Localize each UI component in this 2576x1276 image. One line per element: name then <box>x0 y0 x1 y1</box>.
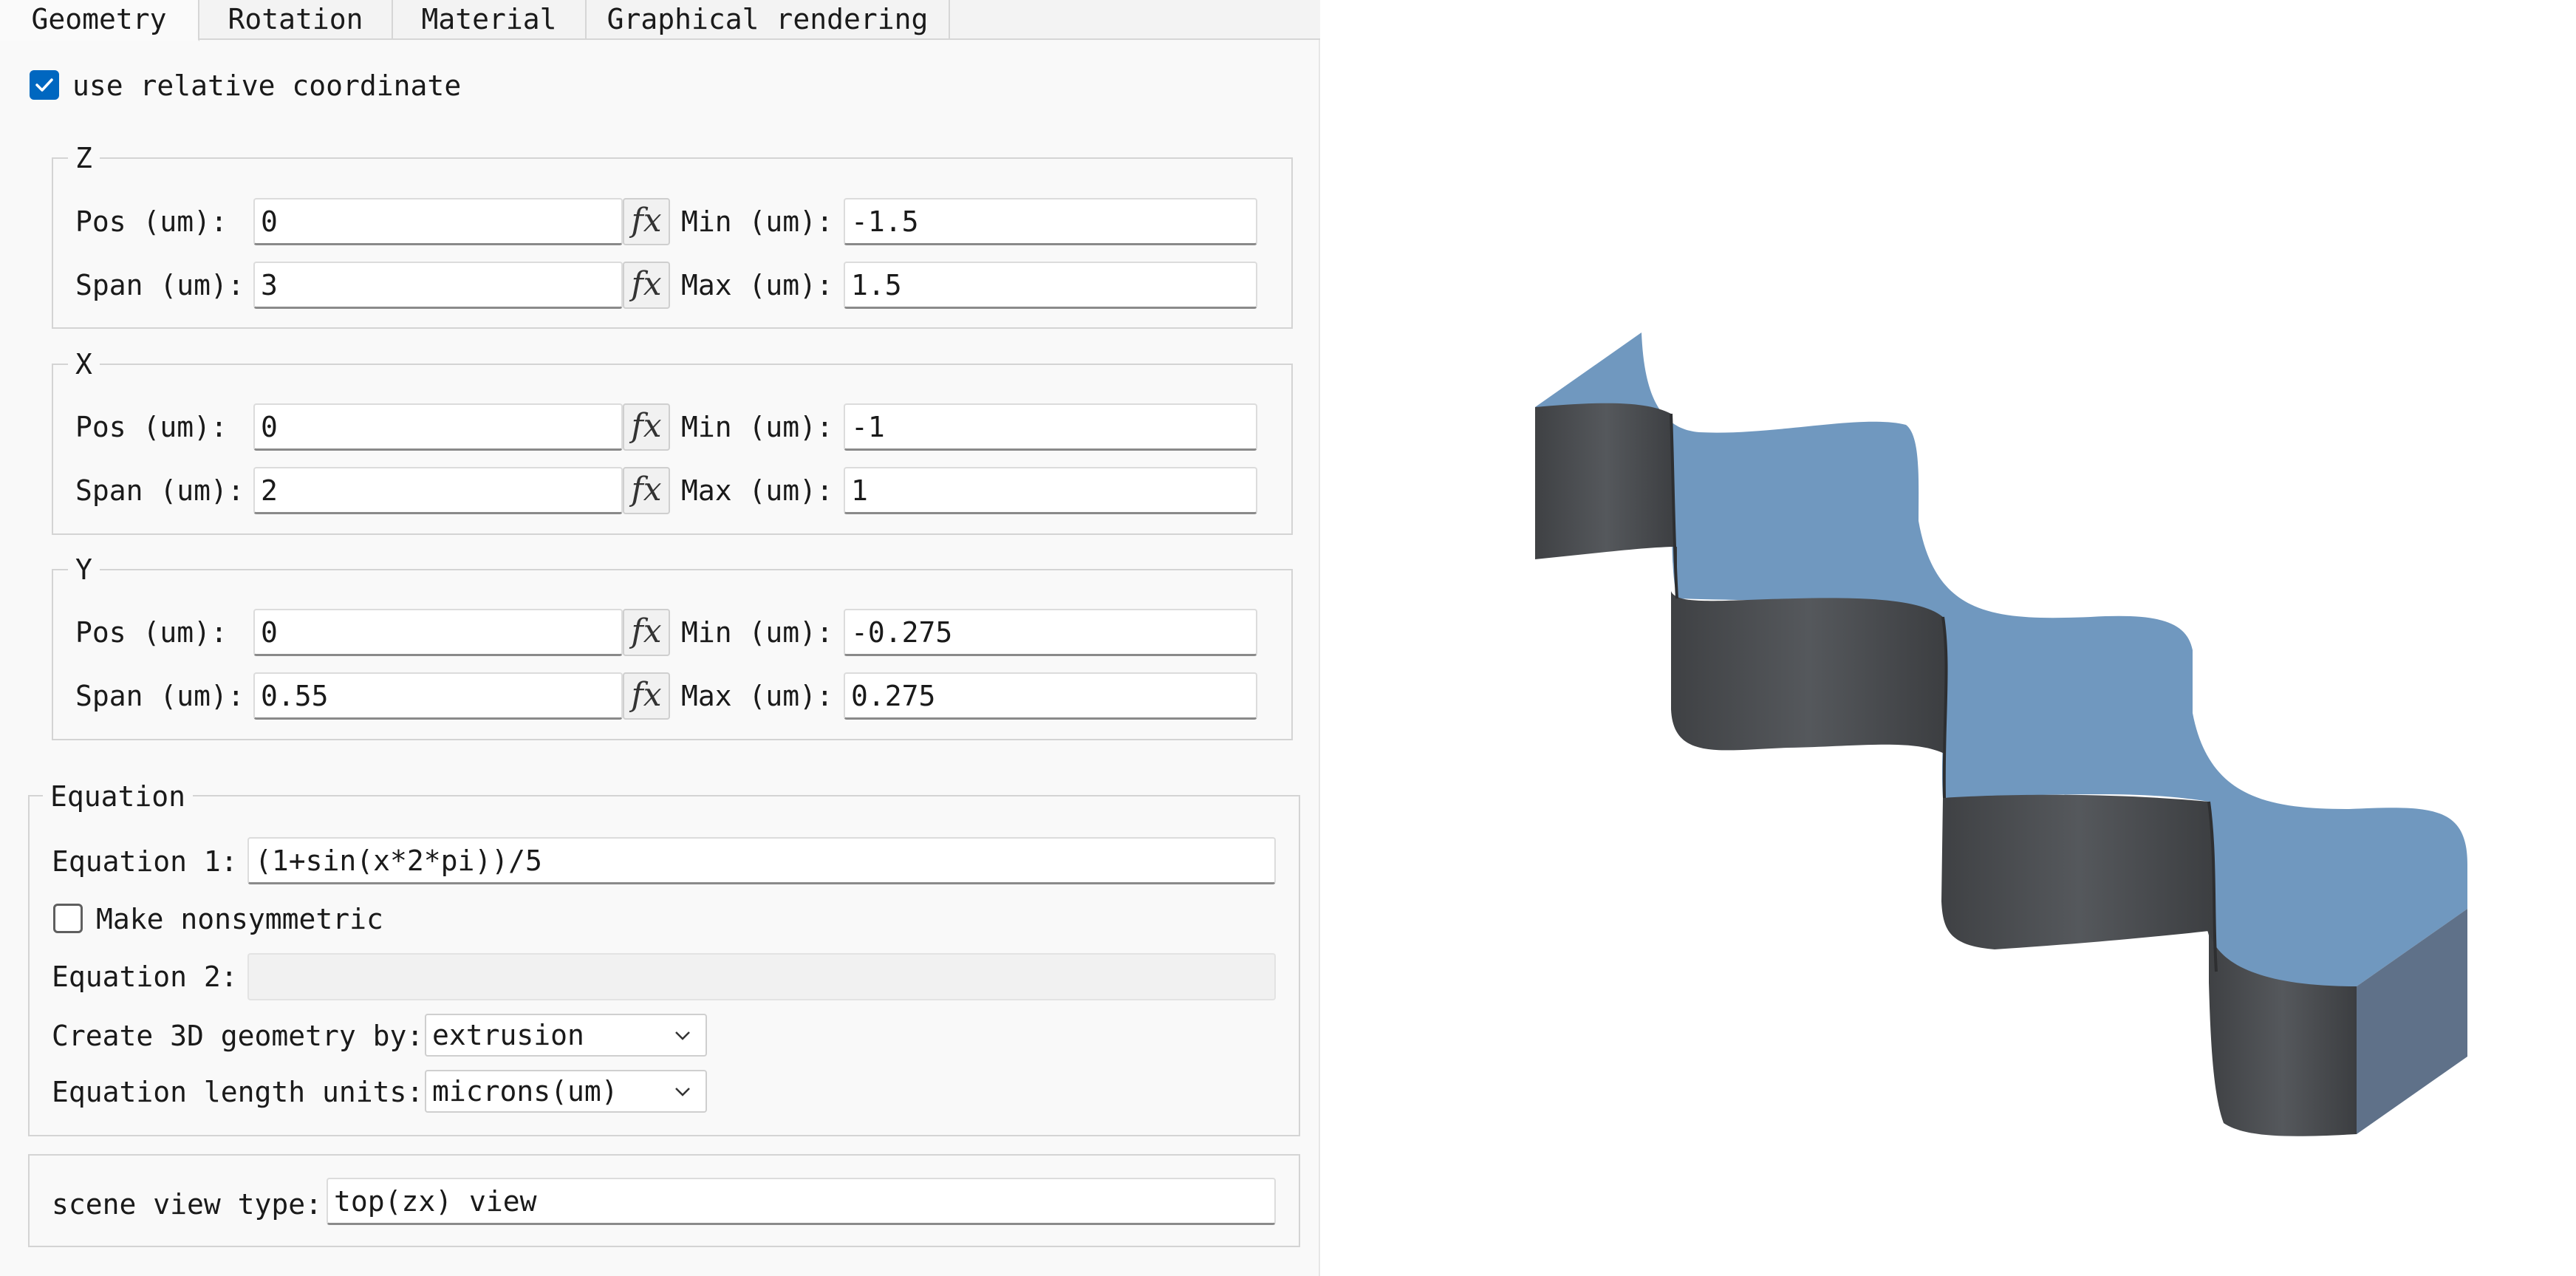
y-group-title: Y <box>68 553 100 586</box>
x-min-input[interactable]: -1 <box>844 403 1257 451</box>
y-span-fx-icon[interactable]: fx <box>623 672 670 720</box>
units-value: microns(um) <box>432 1075 618 1108</box>
z-min-label: Min (um): <box>681 205 833 238</box>
x-span-fx-icon[interactable]: fx <box>623 467 670 514</box>
chevron-down-icon <box>675 1088 690 1096</box>
y-pos-fx-icon[interactable]: fx <box>623 609 670 656</box>
equation-1-label: Equation 1: <box>52 845 238 878</box>
z-span-input[interactable]: 3 <box>253 262 623 309</box>
tab-rotation[interactable]: Rotation <box>199 0 393 40</box>
equation-group-title: Equation <box>43 780 194 813</box>
z-pos-label: Pos (um): <box>75 205 228 238</box>
tab-geometry[interactable]: Geometry <box>0 0 199 41</box>
tab-material[interactable]: Material <box>393 0 587 40</box>
x-pos-label: Pos (um): <box>75 411 228 443</box>
create-3d-label: Create 3D geometry by: <box>52 1020 424 1052</box>
relative-coordinate-label: use relative coordinate <box>72 69 462 102</box>
y-min-input[interactable]: -0.275 <box>844 609 1257 656</box>
x-pos-input[interactable]: 0 <box>253 403 623 451</box>
create-3d-value: extrusion <box>432 1019 584 1051</box>
y-max-input[interactable]: 0.275 <box>844 672 1257 720</box>
y-span-input[interactable]: 0.55 <box>253 672 623 720</box>
z-min-input[interactable]: -1.5 <box>844 198 1257 245</box>
z-pos-fx-icon[interactable]: fx <box>623 198 670 245</box>
nonsymmetric-label: Make nonsymmetric <box>96 903 383 935</box>
units-label: Equation length units: <box>52 1076 424 1108</box>
x-pos-fx-icon[interactable]: fx <box>623 403 670 451</box>
wavy-waveguide-render <box>1535 332 2467 1136</box>
scene-view-label: scene view type: <box>52 1188 323 1221</box>
z-max-label: Max (um): <box>681 269 833 301</box>
z-group-title: Z <box>68 142 100 174</box>
app-window: Geometry Rotation Material Graphical ren… <box>0 0 2576 1276</box>
checkmark-icon <box>35 78 53 92</box>
tab-graphical-rendering[interactable]: Graphical rendering <box>587 0 950 40</box>
x-span-label: Span (um): <box>75 474 245 507</box>
z-span-fx-icon[interactable]: fx <box>623 262 670 309</box>
y-min-label: Min (um): <box>681 616 833 649</box>
3d-viewport[interactable] <box>1320 0 2576 1276</box>
x-span-input[interactable]: 2 <box>253 467 623 514</box>
y-pos-label: Pos (um): <box>75 616 228 649</box>
y-max-label: Max (um): <box>681 680 833 712</box>
equation-2-input <box>247 953 1276 1000</box>
x-max-input[interactable]: 1 <box>844 467 1257 514</box>
nonsymmetric-checkbox[interactable] <box>53 904 83 933</box>
z-span-label: Span (um): <box>75 269 245 301</box>
side-wall-3 <box>1941 794 2216 972</box>
x-max-label: Max (um): <box>681 474 833 507</box>
scene-view-input[interactable]: top(zx) view <box>327 1178 1276 1225</box>
equation-1-input[interactable]: (1+sin(x*2*pi))/5 <box>247 837 1276 884</box>
chevron-down-icon <box>675 1031 690 1040</box>
property-panel: Geometry Rotation Material Graphical ren… <box>0 0 1320 1276</box>
tab-bar: Geometry Rotation Material Graphical ren… <box>0 0 1320 41</box>
x-min-label: Min (um): <box>681 411 833 443</box>
relative-coordinate-checkbox[interactable] <box>30 70 59 100</box>
equation-2-label: Equation 2: <box>52 961 238 993</box>
side-wall-1 <box>1535 403 1677 598</box>
y-pos-input[interactable]: 0 <box>253 609 623 656</box>
z-max-input[interactable]: 1.5 <box>844 262 1257 309</box>
y-span-label: Span (um): <box>75 680 245 712</box>
x-group-title: X <box>68 348 100 381</box>
z-pos-input[interactable]: 0 <box>253 198 623 245</box>
units-select[interactable]: microns(um) <box>425 1070 707 1113</box>
create-3d-select[interactable]: extrusion <box>425 1014 707 1057</box>
